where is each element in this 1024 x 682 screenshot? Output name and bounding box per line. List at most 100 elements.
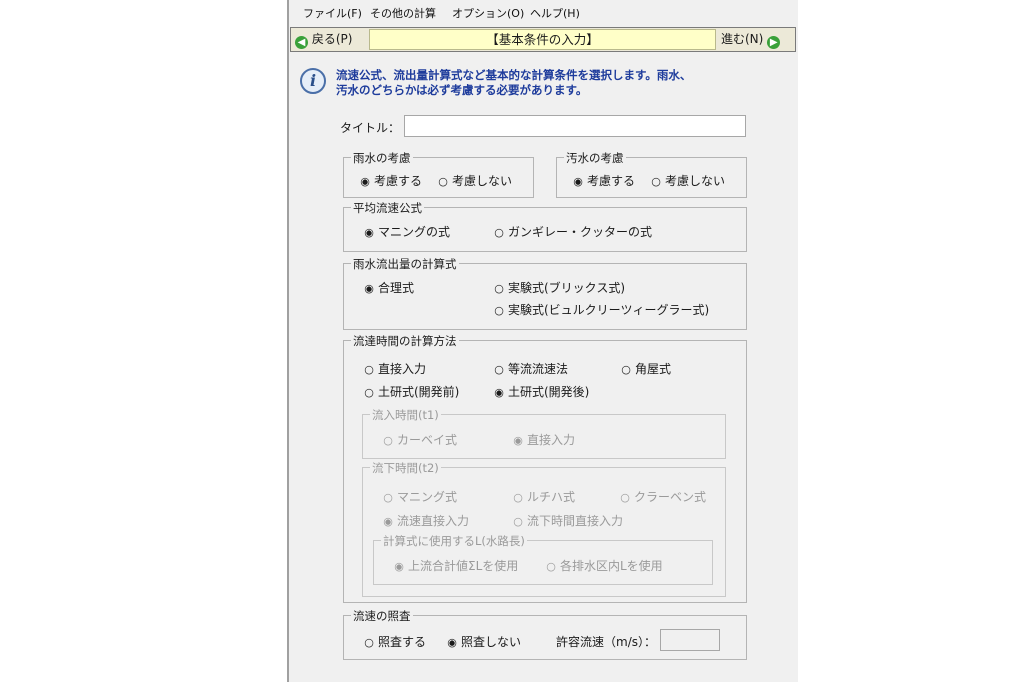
flow-time-title: 流下時間(t2)	[370, 460, 441, 476]
radio-empty-icon: ○	[364, 636, 374, 649]
allowable-velocity-label: 許容流速（m/s）：	[556, 635, 656, 649]
brix-label: 実験式(ブリックス式)	[508, 281, 626, 295]
radio-empty-icon: ○	[438, 175, 448, 188]
ganguillet-kutter-label: ガンギレー・クッターの式	[508, 225, 653, 239]
rain-consider-label: 考慮する	[374, 174, 423, 188]
sewage-consider-radio[interactable]: ◉ 考慮する	[573, 172, 635, 189]
rational-radio[interactable]: ◉ 合理式	[364, 279, 414, 296]
radio-selected-icon: ◉	[360, 175, 370, 188]
step-title: 【基本条件の入力】	[369, 29, 716, 50]
radio-selected-icon: ◉	[364, 282, 374, 295]
pwri-after-radio[interactable]: ◉ 土研式(開発後)	[494, 383, 589, 400]
rain-group-title: 雨水の考慮	[351, 150, 413, 166]
radio-empty-icon: ○	[383, 491, 393, 504]
flow-manning-label: マニング式	[397, 490, 458, 504]
app-window: ファイル(F) その他の計算 オプション(O) ヘルプ(H) ◀ 戻る(P) 【…	[287, 0, 798, 682]
radio-empty-icon: ○	[513, 515, 523, 528]
direct-input-radio[interactable]: ○ 直接入力	[364, 360, 426, 377]
inflow-time-title: 流入時間(t1)	[370, 407, 441, 423]
menu-other-calc[interactable]: その他の計算	[370, 5, 436, 21]
uniform-velocity-label: 等流流速法	[508, 362, 569, 376]
menu-file[interactable]: ファイル(F)	[303, 5, 362, 21]
radio-empty-icon: ○	[494, 304, 504, 317]
rational-label: 合理式	[378, 281, 415, 295]
ruchiha-radio[interactable]: ○ ルチハ式	[513, 488, 575, 505]
back-label: 戻る(P)	[311, 32, 353, 46]
no-check-radio[interactable]: ◉ 照査しない	[447, 633, 521, 650]
burkli-ziegler-label: 実験式(ビュルクリーツィーグラー式)	[508, 303, 710, 317]
info-line-2: 汚水のどちらかは必ず考慮する必要があります。	[336, 83, 588, 97]
direct-input-label: 直接入力	[378, 362, 427, 376]
radio-selected-icon: ◉	[494, 386, 504, 399]
length-group: 計算式に使用するL(水路長) ◉ 上流合計値ΣLを使用 ○ 各排水区内Lを使用	[373, 533, 713, 585]
left-arrow-icon: ◀	[295, 36, 308, 49]
radio-empty-icon: ○	[364, 363, 374, 376]
arrival-time-title: 流達時間の計算方法	[351, 333, 459, 349]
kraven-radio[interactable]: ○ クラーベン式	[620, 488, 706, 505]
navigation-bar: ◀ 戻る(P) 【基本条件の入力】 進む(N) ▶	[290, 27, 796, 52]
pwri-before-radio[interactable]: ○ 土研式(開発前)	[364, 383, 459, 400]
inflow-time-group: 流入時間(t1) ○ カーベイ式 ◉ 直接入力	[362, 407, 726, 459]
title-label: タイトル：	[340, 121, 401, 135]
radio-empty-icon: ○	[494, 282, 504, 295]
radio-empty-icon: ○	[651, 175, 661, 188]
kadoya-label: 角屋式	[635, 362, 672, 376]
runoff-group: 雨水流出量の計算式 ◉ 合理式 ○ 実験式(ブリックス式) ○ 実験式(ビュルクリーツ…	[343, 256, 747, 330]
check-label: 照査する	[378, 635, 427, 649]
rain-not-consider-radio[interactable]: ○ 考慮しない	[438, 172, 512, 189]
sewage-consider-label: 考慮する	[587, 174, 636, 188]
flow-time-direct-radio[interactable]: ○ 流下時間直接入力	[513, 512, 623, 529]
velocity-check-title: 流速の照査	[351, 608, 413, 624]
radio-empty-icon: ○	[494, 363, 504, 376]
manning-radio[interactable]: ◉ マニングの式	[364, 223, 450, 240]
no-check-label: 照査しない	[461, 635, 522, 649]
upstream-sum-radio[interactable]: ◉ 上流合計値ΣLを使用	[394, 557, 518, 574]
velocity-direct-radio[interactable]: ◉ 流速直接入力	[383, 512, 469, 529]
kerby-label: カーベイ式	[397, 433, 458, 447]
velocity-direct-label: 流速直接入力	[397, 514, 470, 528]
runoff-title: 雨水流出量の計算式	[351, 256, 459, 272]
sewage-group-title: 汚水の考慮	[564, 150, 626, 166]
radio-empty-icon: ○	[383, 434, 393, 447]
radio-selected-icon: ◉	[573, 175, 583, 188]
flow-time-group: 流下時間(t2) ○ マニング式 ○ ルチハ式 ○ クラーベン式 ◉ 流速直接入力 ○ 流…	[362, 460, 726, 597]
manning-label: マニングの式	[378, 225, 451, 239]
radio-selected-icon: ◉	[447, 636, 457, 649]
ganguillet-kutter-radio[interactable]: ○ ガンギレー・クッターの式	[494, 223, 652, 240]
kadoya-radio[interactable]: ○ 角屋式	[621, 360, 671, 377]
brix-radio[interactable]: ○ 実験式(ブリックス式)	[494, 279, 625, 296]
next-button[interactable]: 進む(N) ▶	[721, 30, 781, 49]
next-label: 進む(N)	[721, 32, 764, 46]
pwri-before-label: 土研式(開発前)	[378, 385, 460, 399]
info-icon: i	[300, 68, 326, 94]
arrival-time-group: 流達時間の計算方法 ○ 直接入力 ○ 等流流速法 ○ 角屋式 ○ 土研式(開発前) ◉ 土…	[343, 333, 747, 603]
flow-manning-radio[interactable]: ○ マニング式	[383, 488, 457, 505]
velocity-formula-title: 平均流速公式	[351, 200, 424, 216]
info-line-1: 流速公式、流出量計算式など基本的な計算条件を選択します。雨水、	[336, 68, 692, 82]
back-button[interactable]: ◀ 戻る(P)	[295, 30, 352, 49]
allowable-velocity-input[interactable]	[660, 629, 720, 651]
length-title: 計算式に使用するL(水路長)	[381, 533, 527, 549]
menu-help[interactable]: ヘルプ(H)	[530, 5, 580, 21]
inflow-direct-radio[interactable]: ◉ 直接入力	[513, 431, 575, 448]
burkli-ziegler-radio[interactable]: ○ 実験式(ビュルクリーツィーグラー式)	[494, 301, 709, 318]
each-district-radio[interactable]: ○ 各排水区内Lを使用	[546, 557, 663, 574]
radio-empty-icon: ○	[620, 491, 630, 504]
sewage-not-consider-radio[interactable]: ○ 考慮しない	[651, 172, 725, 189]
each-district-label: 各排水区内Lを使用	[560, 559, 663, 573]
radio-selected-icon: ◉	[383, 515, 393, 528]
pwri-after-label: 土研式(開発後)	[508, 385, 590, 399]
uniform-velocity-radio[interactable]: ○ 等流流速法	[494, 360, 568, 377]
radio-empty-icon: ○	[494, 226, 504, 239]
rain-consider-radio[interactable]: ◉ 考慮する	[360, 172, 422, 189]
kerby-radio[interactable]: ○ カーベイ式	[383, 431, 457, 448]
rain-not-consider-label: 考慮しない	[452, 174, 513, 188]
title-input[interactable]	[404, 115, 746, 137]
velocity-check-group: 流速の照査 ○ 照査する ◉ 照査しない 許容流速（m/s）：	[343, 608, 747, 660]
radio-empty-icon: ○	[621, 363, 631, 376]
menu-options[interactable]: オプション(O)	[452, 5, 524, 21]
radio-empty-icon: ○	[364, 386, 374, 399]
velocity-formula-group: 平均流速公式 ◉ マニングの式 ○ ガンギレー・クッターの式	[343, 200, 747, 252]
radio-empty-icon: ○	[513, 491, 523, 504]
check-radio[interactable]: ○ 照査する	[364, 633, 426, 650]
